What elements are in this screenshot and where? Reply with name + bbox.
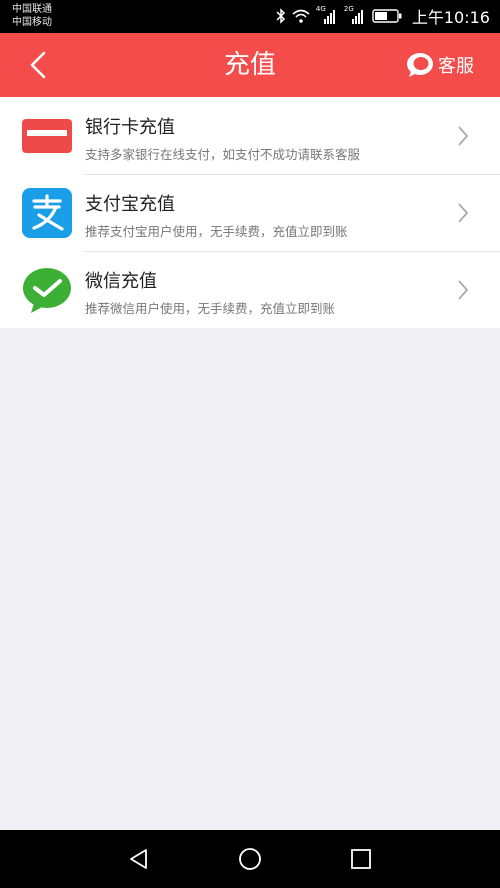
wifi-icon (292, 9, 310, 23)
method-title: 银行卡充值 (85, 117, 175, 138)
app-header: 充值 客服 (0, 33, 500, 97)
nav-back-icon[interactable] (127, 847, 151, 871)
method-title: 微信充值 (85, 271, 157, 292)
clock: 上午10:16 (411, 8, 490, 27)
wechat-icon (23, 268, 71, 313)
chevron-right-icon (458, 280, 469, 300)
chevron-right-icon (458, 126, 469, 146)
status-indicators: 4G 2G 上午10:16 (276, 5, 490, 27)
method-title: 支付宝充值 (85, 194, 175, 215)
customer-service-label: 客服 (438, 56, 474, 77)
signal-2g-icon: 2G (344, 5, 366, 25)
customer-service-button[interactable]: 客服 (406, 50, 474, 80)
nav-recents-icon[interactable] (349, 847, 373, 871)
list-item-alipay[interactable]: 支付宝充值 推荐支付宝用户使用，无手续费，充值立即到账 (0, 174, 500, 251)
alipay-icon (22, 188, 72, 238)
carrier-name-1: 中国联通 (12, 4, 52, 15)
system-navigation-bar (0, 830, 500, 888)
chevron-right-icon (458, 203, 469, 223)
recharge-method-list: 银行卡充值 支持多家银行在线支付，如支付不成功请联系客服 支付宝充值 推荐支付宝… (0, 97, 500, 328)
bluetooth-icon (276, 8, 285, 24)
carrier-info: 中国联通 中国移动 (12, 3, 52, 29)
method-description: 推荐支付宝用户使用，无手续费，充值立即到账 (85, 224, 348, 239)
method-description: 推荐微信用户使用，无手续费，充值立即到账 (85, 301, 336, 316)
battery-icon (372, 9, 402, 23)
carrier-name-2: 中国移动 (12, 17, 52, 28)
list-item-wechat[interactable]: 微信充值 推荐微信用户使用，无手续费，充值立即到账 (0, 251, 500, 328)
signal-4g-icon: 4G (316, 5, 338, 25)
chat-bubble-icon (407, 53, 433, 77)
method-description: 支持多家银行在线支付，如支付不成功请联系客服 (85, 147, 361, 162)
nav-home-icon[interactable] (238, 847, 262, 871)
bank-card-icon (22, 119, 72, 153)
status-bar: 中国联通 中国移动 4G 2G 上午10:16 (0, 0, 500, 33)
list-item-bank-card[interactable]: 银行卡充值 支持多家银行在线支付，如支付不成功请联系客服 (0, 97, 500, 174)
